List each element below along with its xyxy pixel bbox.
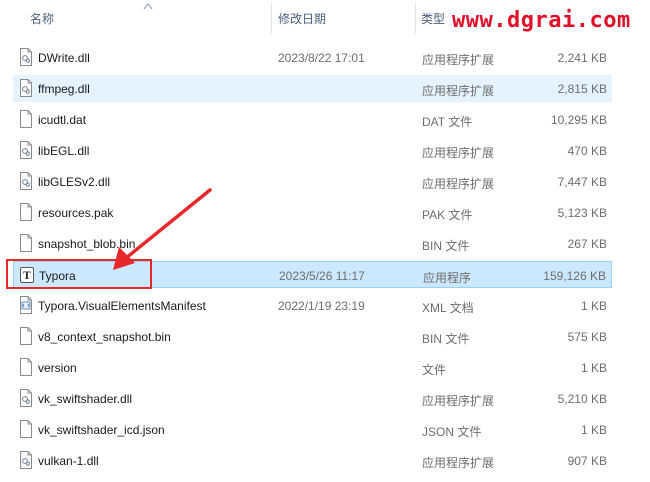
file-size: 159,126 KB <box>543 269 606 283</box>
file-row[interactable]: version 文件 1 KB <box>13 354 612 381</box>
file-date-modified: 2022/1/19 23:19 <box>278 299 365 313</box>
file-date-modified: 2023/8/22 17:01 <box>278 51 365 65</box>
file-size: 1 KB <box>580 423 607 437</box>
dll-icon <box>20 79 32 97</box>
file-type: 应用程序 <box>423 271 472 285</box>
file-icon <box>20 234 32 252</box>
file-type: BIN 文件 <box>422 332 470 346</box>
file-type: BIN 文件 <box>422 239 470 253</box>
file-row[interactable]: icudtl.dat DAT 文件 10,295 KB <box>13 106 612 133</box>
file-row[interactable]: libGLESv2.dll 应用程序扩展 7,447 KB <box>13 168 612 195</box>
column-header-name[interactable]: 名称 <box>30 10 54 27</box>
file-icon <box>20 420 32 438</box>
file-size: 5,210 KB <box>557 392 607 406</box>
file-type: 应用程序扩展 <box>422 84 495 98</box>
column-header-date[interactable]: 修改日期 <box>278 10 326 27</box>
file-name: snapshot_blob.bin <box>38 237 136 251</box>
xml-icon <box>20 296 32 314</box>
file-row[interactable]: snapshot_blob.bin BIN 文件 267 KB <box>13 230 612 257</box>
dll-icon <box>20 141 32 159</box>
file-row[interactable]: resources.pak PAK 文件 5,123 KB <box>13 199 612 226</box>
file-size: 10,295 KB <box>550 113 607 127</box>
file-icon <box>20 203 32 221</box>
file-type: PAK 文件 <box>422 208 473 222</box>
file-name: DWrite.dll <box>38 51 90 65</box>
file-name: vk_swiftshader_icd.json <box>38 423 165 437</box>
file-type: JSON 文件 <box>422 425 482 439</box>
file-type: 应用程序扩展 <box>422 146 495 160</box>
file-size: 7,447 KB <box>557 175 607 189</box>
dll-icon <box>20 389 32 407</box>
file-size: 575 KB <box>567 330 607 344</box>
file-row[interactable]: vulkan-1.dll 应用程序扩展 907 KB <box>13 447 612 474</box>
file-date-modified: 2023/5/26 11:17 <box>279 269 365 283</box>
file-size: 907 KB <box>567 454 607 468</box>
file-name: v8_context_snapshot.bin <box>38 330 171 344</box>
file-type: 应用程序扩展 <box>422 394 495 408</box>
file-name: version <box>38 361 77 375</box>
file-name: libGLESv2.dll <box>38 175 111 189</box>
file-name: ffmpeg.dll <box>38 82 90 96</box>
file-row[interactable]: ffmpeg.dll 应用程序扩展 2,815 KB <box>13 75 612 102</box>
file-name: resources.pak <box>38 206 114 220</box>
file-row[interactable]: vk_swiftshader_icd.json JSON 文件 1 KB <box>13 416 612 443</box>
file-type: 文件 <box>422 363 447 377</box>
dll-icon <box>20 451 32 469</box>
dll-icon <box>20 172 32 190</box>
file-type: 应用程序扩展 <box>422 177 495 191</box>
file-size: 5,123 KB <box>557 206 607 220</box>
file-icon <box>20 327 32 345</box>
column-divider[interactable] <box>415 2 416 34</box>
file-type: 应用程序扩展 <box>422 456 495 470</box>
file-row[interactable]: vk_swiftshader.dll 应用程序扩展 5,210 KB <box>13 385 612 412</box>
sort-ascending-icon <box>143 3 153 10</box>
file-type: DAT 文件 <box>422 115 473 129</box>
file-size: 2,815 KB <box>557 82 607 96</box>
file-name: vk_swiftshader.dll <box>38 392 133 406</box>
file-type: 应用程序扩展 <box>422 53 495 67</box>
file-name: libEGL.dll <box>38 144 90 158</box>
file-size: 2,241 KB <box>557 51 607 65</box>
column-divider[interactable] <box>271 2 272 34</box>
annotation-highlight-box <box>6 259 152 289</box>
file-size: 267 KB <box>567 237 607 251</box>
file-type: XML 文档 <box>422 301 474 315</box>
file-size: 1 KB <box>580 299 607 313</box>
column-header-type[interactable]: 类型 <box>421 10 445 27</box>
file-name: vulkan-1.dll <box>38 454 99 468</box>
file-row[interactable]: libEGL.dll 应用程序扩展 470 KB <box>13 137 612 164</box>
file-name: icudtl.dat <box>38 113 87 127</box>
file-size: 1 KB <box>580 361 607 375</box>
file-size: 470 KB <box>567 144 607 158</box>
file-icon <box>20 110 32 128</box>
file-row[interactable]: v8_context_snapshot.bin BIN 文件 575 KB <box>13 323 612 350</box>
file-name: Typora.VisualElementsManifest <box>38 299 206 313</box>
file-row[interactable]: Typora.VisualElementsManifest 2022/1/19 2… <box>13 292 612 319</box>
file-icon <box>20 358 32 376</box>
watermark-text: www.dgrai.com <box>452 8 631 33</box>
dll-icon <box>20 48 32 66</box>
file-row[interactable]: DWrite.dll 2023/8/22 17:01 应用程序扩展 2,241 KB <box>13 44 612 71</box>
